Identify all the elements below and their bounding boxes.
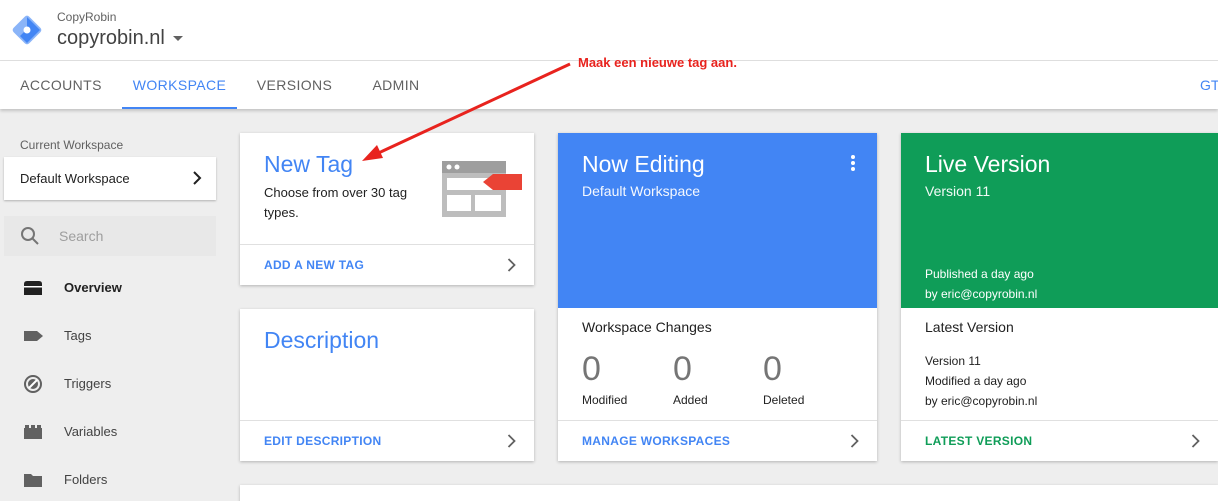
caret-down-icon [172, 36, 183, 41]
new-tag-description: Choose from over 30 tag types. [264, 185, 408, 220]
edit-description-link[interactable]: EDIT DESCRIPTION [240, 420, 534, 461]
annotation-text: Maak een nieuwe tag aan. [578, 55, 737, 70]
nav-right-link[interactable]: GTM [1200, 61, 1218, 109]
sidebar-item-triggers[interactable]: Triggers [0, 364, 220, 404]
overview-icon [24, 281, 42, 295]
sidebar-item-variables[interactable]: Variables [0, 412, 220, 452]
latest-version-info: Version 11 Modified a day ago by eric@co… [925, 351, 1037, 411]
search-input[interactable] [59, 224, 209, 248]
tag-manager-logo-icon [12, 15, 42, 45]
app-header: CopyRobin copyrobin.nl [0, 0, 1218, 61]
chevron-right-icon [507, 258, 516, 272]
add-new-tag-link[interactable]: ADD A NEW TAG [240, 244, 534, 285]
manage-workspaces-label: MANAGE WORKSPACES [582, 434, 731, 448]
now-editing-title: Now Editing [582, 151, 705, 177]
workspace-selector[interactable]: Default Workspace [4, 157, 216, 200]
tab-versions[interactable]: VERSIONS [246, 61, 343, 109]
tab-workspace[interactable]: WORKSPACE [122, 61, 237, 109]
variables-icon [24, 425, 42, 439]
live-version-card: Live Version Version 11 Published a day … [901, 133, 1218, 461]
new-tag-title[interactable]: New Tag [264, 151, 353, 178]
latest-version-label: LATEST VERSION [925, 434, 1033, 448]
sidebar-item-overview[interactable]: Overview [0, 268, 220, 308]
latest-version-number: Version 11 [925, 354, 981, 368]
workspace-changes-title: Workspace Changes [582, 319, 712, 335]
tab-accounts[interactable]: ACCOUNTS [10, 61, 112, 109]
latest-version-modified: Modified a day ago [925, 374, 1027, 388]
manage-workspaces-link[interactable]: MANAGE WORKSPACES [558, 420, 877, 461]
now-editing-card: Now Editing Default Workspace Workspace … [558, 133, 877, 461]
live-version-number: Version 11 [925, 183, 991, 199]
current-workspace-label: Current Workspace [20, 138, 124, 152]
live-version-header: Live Version Version 11 Published a day … [901, 133, 1218, 308]
stat-value: 0 [582, 350, 601, 388]
now-editing-header: Now Editing Default Workspace [558, 133, 877, 308]
latest-version-link[interactable]: LATEST VERSION [901, 420, 1218, 461]
tag-icon [24, 331, 43, 341]
stat-label: Modified [582, 393, 628, 407]
sidebar-item-label: Tags [64, 328, 92, 343]
edit-description-label: EDIT DESCRIPTION [264, 434, 382, 448]
published-by: by eric@copyrobin.nl [925, 287, 1038, 301]
stat-label: Added [673, 393, 708, 407]
sidebar-item-folders[interactable]: Folders [0, 460, 220, 500]
tab-admin[interactable]: ADMIN [356, 61, 436, 109]
workspace-name: Default Workspace [20, 171, 130, 186]
more-options-icon[interactable] [851, 155, 855, 171]
new-tag-card: New Tag Choose from over 30 tag types. A… [240, 133, 534, 285]
published-info: Published a day ago by eric@copyrobin.nl [925, 264, 1037, 304]
stat-modified: 0 Modified [582, 349, 627, 407]
stat-value: 0 [673, 350, 692, 388]
latest-version-title: Latest Version [925, 319, 1014, 335]
trigger-icon [24, 375, 42, 393]
stat-added: 0 Added [673, 349, 708, 407]
stat-label: Deleted [763, 393, 805, 407]
now-editing-workspace: Default Workspace [582, 183, 701, 199]
add-new-tag-label: ADD A NEW TAG [264, 258, 365, 272]
chevron-right-icon [193, 171, 202, 185]
folder-icon [24, 474, 42, 487]
sidebar-item-label: Folders [64, 472, 108, 487]
description-card: Description EDIT DESCRIPTION [240, 309, 534, 461]
stat-deleted: 0 Deleted [763, 349, 804, 407]
account-name: CopyRobin [57, 10, 117, 24]
sidebar-item-tags[interactable]: Tags [0, 316, 220, 356]
container-name: copyrobin.nl [57, 27, 165, 49]
latest-version-author: by eric@copyrobin.nl [925, 394, 1038, 408]
stat-value: 0 [763, 350, 782, 388]
chevron-right-icon [850, 434, 859, 448]
sidebar-item-label: Overview [64, 280, 122, 295]
sidebar-item-label: Variables [64, 424, 118, 439]
sidebar-item-label: Triggers [64, 376, 112, 391]
chevron-right-icon [1191, 434, 1200, 448]
search-box [4, 216, 216, 256]
search-icon [21, 227, 39, 245]
published-time: Published a day ago [925, 267, 1034, 281]
live-version-title: Live Version [925, 151, 1051, 177]
tag-illustration-icon [442, 161, 522, 217]
chevron-right-icon [507, 434, 516, 448]
container-selector[interactable]: copyrobin.nl [57, 27, 183, 50]
bottom-card [240, 485, 1218, 501]
description-title: Description [264, 327, 380, 353]
